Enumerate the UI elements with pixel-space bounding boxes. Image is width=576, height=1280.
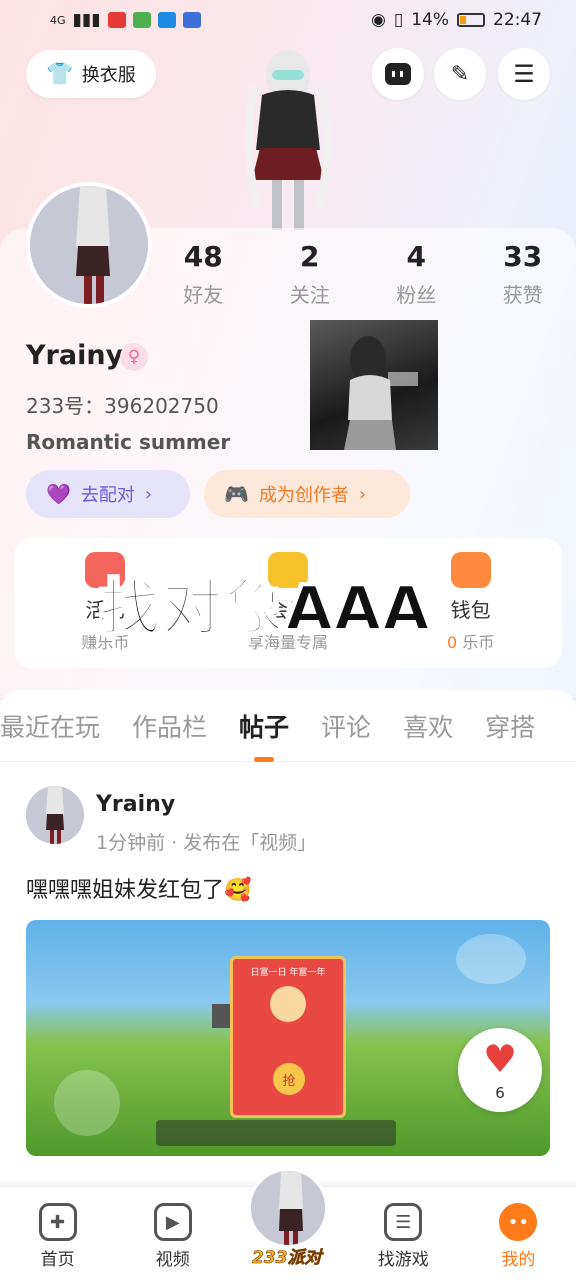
- app-icon-mail: [182, 12, 201, 28]
- stat-label: 好友: [183, 283, 224, 307]
- party-label[interactable]: 233派对: [252, 1243, 322, 1269]
- hotbar: [156, 1120, 396, 1146]
- like-count: 6: [495, 1084, 505, 1102]
- app-icon-red: [107, 12, 126, 28]
- post-meta: 1分钟前 · 发布在「视频」: [96, 832, 317, 854]
- app-icon-blue: [157, 12, 176, 28]
- tab-recent[interactable]: 最近在玩: [0, 708, 100, 744]
- tshirt-icon: 👕: [46, 61, 74, 87]
- network-label: 4G: [50, 13, 66, 27]
- become-creator-button[interactable]: 🎮 成为创作者 ›: [204, 470, 410, 518]
- nav-home[interactable]: ✚ 首页: [0, 1187, 115, 1280]
- play-icon: ▶: [153, 1203, 192, 1241]
- stat-number: 33: [503, 240, 543, 273]
- change-outfit-button[interactable]: 👕 换衣服: [26, 50, 156, 98]
- minimap: [456, 934, 526, 984]
- menu-button[interactable]: ☰: [498, 48, 550, 100]
- joystick: [54, 1070, 120, 1136]
- red-packet-avatar: [270, 986, 306, 1022]
- wallet-balance: 0: [447, 633, 458, 652]
- chevron-right-icon: ›: [144, 483, 153, 505]
- nav-video[interactable]: ▶ 视频: [115, 1187, 230, 1280]
- stat-number: 48: [183, 240, 223, 273]
- battery-level: 14%: [411, 10, 449, 30]
- profile-tabs: 最近在玩 作品栏 帖子 评论 喜欢 穿搭: [0, 690, 576, 762]
- red-packet: 日富一日 年富一年 抢: [230, 956, 346, 1118]
- creator-label: 成为创作者: [258, 485, 349, 506]
- party-avatar[interactable]: [248, 1168, 328, 1248]
- chat-bubble-icon: [385, 63, 411, 85]
- message-button[interactable]: [372, 48, 424, 100]
- list-icon: ☰: [384, 1203, 423, 1241]
- username: Yrainy: [26, 340, 124, 371]
- avatar[interactable]: [26, 182, 152, 308]
- app-icon-multi: [132, 12, 151, 28]
- stat-following[interactable]: 2 关注: [257, 240, 364, 308]
- stats-row: 48 好友 2 关注 4 粉丝 33 获赞: [150, 240, 576, 308]
- overlay-caption: 找对象AAA: [99, 573, 432, 645]
- like-button[interactable]: ♥ 6: [458, 1028, 542, 1112]
- stat-likes[interactable]: 33 获赞: [470, 240, 576, 308]
- edit-profile-button[interactable]: ✎: [434, 48, 486, 100]
- red-packet-title: 日富一日 年富一年: [250, 968, 326, 978]
- clock: 22:47: [493, 10, 542, 30]
- match-button[interactable]: 💜 去配对 ›: [26, 470, 190, 518]
- change-outfit-label: 换衣服: [81, 65, 136, 86]
- chevron-right-icon: ›: [358, 483, 367, 505]
- tab-posts[interactable]: 帖子: [239, 708, 289, 762]
- signal-icon: ▮▮▮: [72, 10, 101, 30]
- grab-coin: 抢: [273, 1063, 305, 1095]
- tab-comments[interactable]: 评论: [321, 708, 371, 744]
- face-icon: ••: [499, 1203, 538, 1241]
- stat-friends[interactable]: 48 好友: [150, 240, 257, 308]
- post-card[interactable]: Yrainy 1分钟前 · 发布在「视频」 嘿嘿嘿姐妹发红包了🥰 日富一日 年富…: [0, 762, 576, 1182]
- stat-label: 粉丝: [396, 283, 437, 307]
- match-label: 去配对: [80, 485, 135, 506]
- nav-label: 找游戏: [377, 1250, 429, 1270]
- female-gender-icon: ♀: [120, 343, 148, 371]
- tab-outfits[interactable]: 穿搭: [485, 708, 535, 744]
- stat-fans[interactable]: 4 粉丝: [363, 240, 470, 308]
- pencil-icon: ✎: [450, 61, 470, 87]
- nav-label: 我的: [501, 1250, 536, 1270]
- post-text: 嘿嘿嘿姐妹发红包了🥰: [26, 878, 252, 903]
- post-author-name[interactable]: Yrainy: [96, 792, 175, 817]
- heart-icon: ♥: [482, 1037, 518, 1081]
- hearts-icon: 💜: [46, 482, 71, 506]
- stat-number: 4: [406, 240, 426, 273]
- stat-label: 关注: [289, 283, 330, 307]
- user-id: 233号：396202750: [26, 394, 219, 418]
- nav-label: 视频: [155, 1250, 190, 1270]
- gamepad-icon: ✚: [38, 1203, 77, 1241]
- eye-icon: ◉: [371, 10, 386, 30]
- gamepad-icon: 🎮: [224, 482, 249, 506]
- status-bar: 4G ▮▮▮ ◉ ▯ 14% 22:47: [0, 0, 576, 40]
- wallet-icon: [450, 552, 491, 588]
- tab-likes[interactable]: 喜欢: [403, 708, 453, 744]
- nav-label: 首页: [40, 1250, 75, 1270]
- post-author-avatar[interactable]: [26, 786, 84, 844]
- character-figure: [232, 40, 344, 230]
- stat-label: 获赞: [502, 283, 543, 307]
- nav-find-games[interactable]: ☰ 找游戏: [346, 1187, 461, 1280]
- battery-icon: [457, 13, 485, 27]
- wallet-unit: 乐币: [462, 633, 495, 652]
- sticker-photo: [310, 320, 438, 450]
- stat-number: 2: [300, 240, 320, 273]
- tab-works[interactable]: 作品栏: [132, 708, 207, 744]
- vibrate-icon: ▯: [393, 10, 404, 30]
- hamburger-icon: ☰: [513, 60, 535, 88]
- signature: Romantic summer: [26, 430, 231, 454]
- nav-mine[interactable]: •• 我的: [461, 1187, 576, 1280]
